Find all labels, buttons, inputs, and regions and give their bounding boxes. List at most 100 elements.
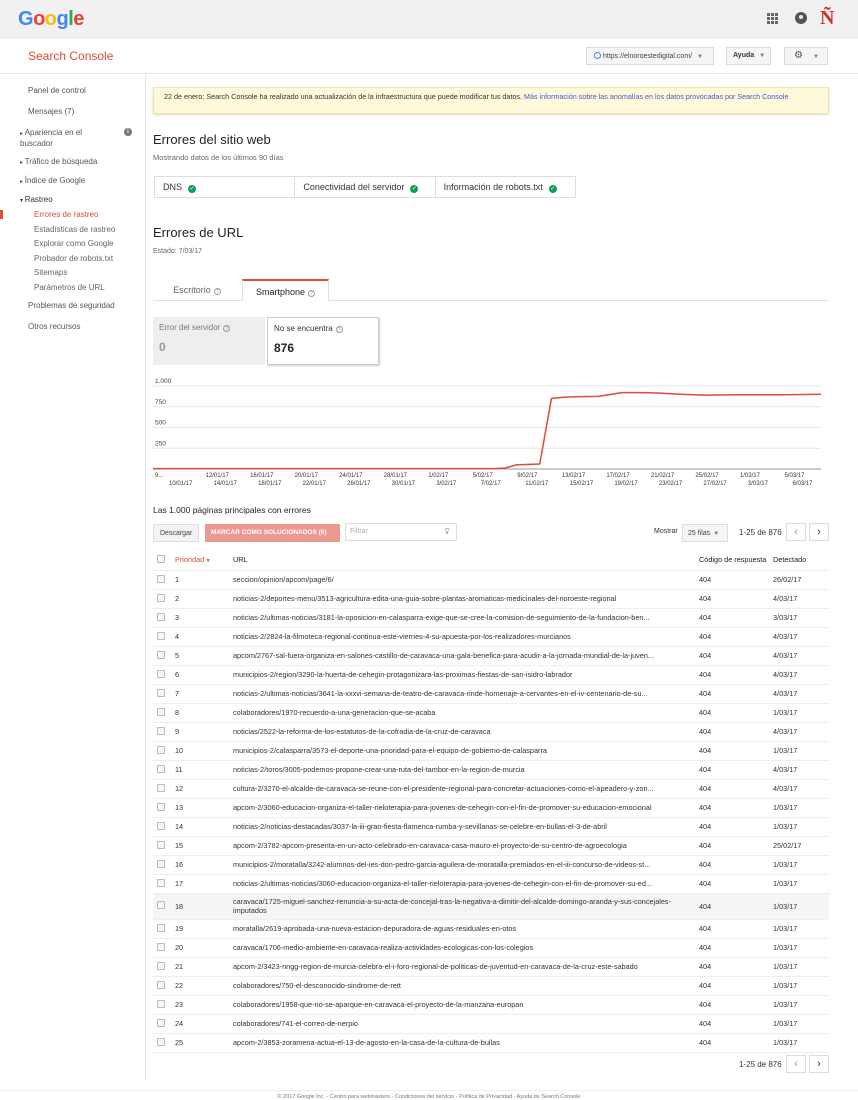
row-checkbox[interactable] [153,627,175,647]
url-cell[interactable]: colaboradores/750-el-desconocido-sindrom… [233,976,699,996]
table-row[interactable]: 13 apcom-2/3060-educacion-organiza-el-tal… [153,798,829,818]
apps-grid-icon[interactable] [767,13,778,24]
row-checkbox[interactable] [153,919,175,939]
row-checkbox[interactable] [153,684,175,704]
url-cell[interactable]: noticias-2/ultimas-noticias/3060-educaci… [233,874,699,894]
help-icon[interactable]: ? [223,325,231,332]
table-row[interactable]: 22 colaboradores/750-el-desconocido-sindr… [153,976,829,996]
settings-button[interactable]: ⚙ ▼ [784,47,828,65]
tab-desktop[interactable]: Escritorio? [153,279,241,301]
url-cell[interactable]: seccion/opinion/apcom/page/6/ [233,570,699,590]
help-icon[interactable]: ? [213,288,221,295]
sidebar-item-other[interactable]: Otros recursos [28,322,80,331]
help-button[interactable]: Ayuda ▼ [726,47,771,65]
table-row[interactable]: 14 noticias-2/noticias-destacadas/3037-la… [153,817,829,837]
row-checkbox[interactable] [153,741,175,761]
row-checkbox[interactable] [153,608,175,628]
sidebar-item-crawl-stats[interactable]: Estadísticas de rastreo [34,225,115,234]
url-cell[interactable]: noticias-2/deportes-menu/3513-agricultur… [233,589,699,609]
bottom-prev-page-button[interactable]: ‹ [786,1055,806,1073]
filter-input[interactable]: Filtrar ⊽ [345,523,457,541]
row-checkbox[interactable] [153,760,175,780]
select-all-checkbox[interactable] [153,550,175,571]
url-cell[interactable]: municipios-2/moratalla/3242-alumnos-del-… [233,855,699,875]
site-selector[interactable]: https://elnoroestedigital.com/ ▼ [586,47,714,65]
server-connectivity-status[interactable]: Conectividad del servidor ✓ [295,177,436,197]
sidebar-item-url-parameters[interactable]: Parámetros de URL [34,283,105,292]
url-cell[interactable]: noticias-2/2824-la-filmoteca-regional-co… [233,627,699,647]
table-row[interactable]: 2 noticias-2/deportes-menu/3513-agricultu… [153,589,829,609]
robots-status[interactable]: Información de robots.txt ✓ [436,177,575,197]
table-row[interactable]: 1 seccion/opinion/apcom/page/6/404 26/02/1… [153,570,829,590]
row-checkbox[interactable] [153,957,175,977]
stat-not-found[interactable]: No se encuentra? 876 [267,317,379,365]
google-logo[interactable]: Google [18,8,84,31]
url-cell[interactable]: municipios-2/calasparra/3573-el-deporte-… [233,741,699,761]
url-cell[interactable]: colaboradores/741-el-correo-de-nerpio [233,1014,699,1034]
info-icon[interactable]: i [124,128,132,136]
notifications-icon[interactable] [795,12,807,24]
url-cell[interactable]: municipios-2/region/3290-la-huerta-de-ce… [233,665,699,685]
table-row[interactable]: 12 cultura-2/3270-el-alcalde-de-caravaca-… [153,779,829,799]
url-cell[interactable]: noticias-2/ultimas-noticias/3181-la-opos… [233,608,699,628]
download-button[interactable]: Descargar [153,524,200,542]
sidebar-item-fetch-as-google[interactable]: Explorar como Google [34,239,114,248]
row-checkbox[interactable] [153,995,175,1015]
mark-fixed-button[interactable]: MARCAR COMO SOLUCIONADOS (0) [205,524,340,542]
sidebar-item-security[interactable]: Problemas de seguridad [28,301,115,310]
table-row[interactable]: 5 apcom/2767-sal-fuera-organiza-en-salone… [153,646,829,666]
stat-server-error[interactable]: Error del servidor? 0 [153,317,265,365]
dns-status[interactable]: DNS ✓ [155,177,296,197]
row-checkbox[interactable] [153,589,175,609]
account-avatar[interactable]: Ñ [820,7,834,30]
rows-per-page-select[interactable]: 25 filas ▼ [682,524,728,542]
table-row[interactable]: 21 apcom-2/3423-nngg-region-de-murcia-cel… [153,957,829,977]
table-row[interactable]: 20 caravaca/1706-medio-ambiente-en-carava… [153,938,829,958]
table-row[interactable]: 3 noticias-2/ultimas-noticias/3181-la-opo… [153,608,829,628]
table-row[interactable]: 4 noticias-2/2824-la-filmoteca-regional-c… [153,627,829,647]
url-cell[interactable]: noticias-2/toros/3005-podemos-propone-cr… [233,760,699,780]
tab-smartphone[interactable]: Smartphone? [242,279,329,301]
url-cell[interactable]: caravaca/1706-medio-ambiente-en-caravaca… [233,938,699,958]
url-cell[interactable]: apcom-2/3423-nngg-region-de-murcia-celeb… [233,957,699,977]
help-icon[interactable]: ? [335,326,343,333]
sidebar-item-sitemaps[interactable]: Sitemaps [34,268,67,277]
row-checkbox[interactable] [153,703,175,723]
url-cell[interactable]: caravaca/1725-miguel-sanchez-renuncia-a-… [233,893,699,920]
priority-column-header[interactable]: Prioridad ▼ [175,550,233,571]
detected-column-header[interactable]: Detectado [773,550,829,571]
sidebar-item-crawl-errors[interactable]: Errores de rastreo [34,210,98,219]
next-page-button[interactable]: › [809,523,829,541]
sidebar-item-robots-tester[interactable]: Probador de robots.txt [34,254,113,263]
url-cell[interactable]: colaboradores/1970-recuerdo-a-una-genera… [233,703,699,723]
table-row[interactable]: 11 noticias-2/toros/3005-podemos-propone-… [153,760,829,780]
sidebar-item-dashboard[interactable]: Panel de control [28,86,86,95]
table-row[interactable]: 24 colaboradores/741-el-correo-de-nerpio 4… [153,1014,829,1034]
response-code-column-header[interactable]: Código de respuesta [699,550,773,571]
url-cell[interactable]: moratalla/2619-aprobada-una-nueva-estaci… [233,919,699,939]
table-row[interactable]: 10 municipios-2/calasparra/3573-el-deport… [153,741,829,761]
sidebar-item-index[interactable]: ▸ Índice de Google [20,176,85,185]
row-checkbox[interactable] [153,779,175,799]
table-row[interactable]: 6 municipios-2/region/3290-la-huerta-de-c… [153,665,829,685]
row-checkbox[interactable] [153,893,175,920]
sidebar-item-crawl[interactable]: ▾ Rastreo [20,195,53,204]
table-row[interactable]: 15 apcom-2/3782-apcom-presenta-en-un-acto… [153,836,829,856]
table-row[interactable]: 17 noticias-2/ultimas-noticias/3060-educa… [153,874,829,894]
table-row[interactable]: 19 moratalla/2619-aprobada-una-nueva-esta… [153,919,829,939]
url-cell[interactable]: apcom-2/3853-zoramena-actua-el-13-de-ago… [233,1033,699,1053]
row-checkbox[interactable] [153,976,175,996]
sidebar-item-appearance[interactable]: ▸ Apariencia en el buscador [20,128,100,149]
row-checkbox[interactable] [153,722,175,742]
url-cell[interactable]: noticias/2522-la-reforma-de-los-estatuto… [233,722,699,742]
url-cell[interactable]: colaboradores/1958-que-no-se-aparque-en-… [233,995,699,1015]
table-row[interactable]: 8 colaboradores/1970-recuerdo-a-una-gener… [153,703,829,723]
url-cell[interactable]: noticias-2/ultimas-noticias/3641-la-xxxv… [233,684,699,704]
bottom-next-page-button[interactable]: › [809,1055,829,1073]
sidebar-item-messages[interactable]: Mensajes (7) [28,107,74,116]
url-cell[interactable]: apcom-2/3782-apcom-presenta-en-un-acto-c… [233,836,699,856]
url-cell[interactable]: apcom-2/3060-educacion-organiza-el-talle… [233,798,699,818]
url-column-header[interactable]: URL [233,550,699,571]
prev-page-button[interactable]: ‹ [786,523,806,541]
url-cell[interactable]: cultura-2/3270-el-alcalde-de-caravaca-se… [233,779,699,799]
